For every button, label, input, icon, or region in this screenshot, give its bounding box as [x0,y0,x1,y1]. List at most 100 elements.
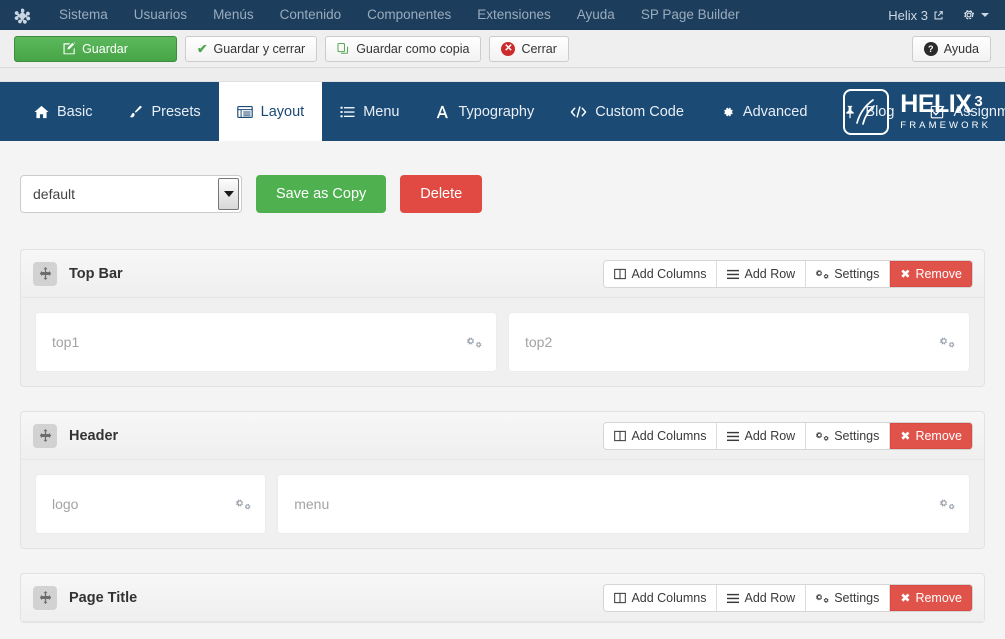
close-icon: ✖ [900,591,911,605]
delete-preset-button[interactable]: Delete [400,175,483,213]
section-body: top1 top2 [21,298,984,386]
bars-icon [727,269,740,280]
add-columns-button[interactable]: Add Columns [604,261,718,287]
section-actions: Add Columns Add Row Settings ✖ Remove [604,423,972,449]
add-row-button[interactable]: Add Row [717,423,807,449]
save-button[interactable]: Guardar [14,35,177,62]
tab-advanced[interactable]: Advanced [702,82,826,141]
toolbar-right: ? Ayuda [911,36,991,62]
remove-label: Remove [915,429,962,443]
settings-button[interactable]: Settings [806,423,891,449]
cogs-icon[interactable] [940,497,955,511]
layout-column[interactable]: top1 [35,312,497,372]
tab-typography-label: Typography [458,103,535,120]
helix-brand-subtitle: FRAMEWORK [900,120,991,132]
save-and-close-button[interactable]: ✔ Guardar y cerrar [185,35,318,62]
preset-select-wrapper: default [20,175,242,213]
columns-icon [614,430,627,442]
editor-toolbar: Guardar ✔ Guardar y cerrar Guardar como … [0,30,1005,68]
preset-select[interactable]: default [20,175,242,213]
save-as-copy-button[interactable]: Guardar como copia [325,35,482,62]
column-label: top1 [52,334,80,350]
remove-button[interactable]: ✖ Remove [890,261,972,287]
chevron-down-icon [981,13,989,17]
admin-menu-item-menus[interactable]: Menús [200,0,267,30]
layout-section-page-title: Page Title Add Columns Add Row Settings … [20,573,985,623]
drag-handle-icon[interactable] [33,423,57,448]
admin-settings-menu[interactable] [956,8,995,22]
close-icon: ✖ [900,429,911,443]
help-button-label: Ayuda [943,42,979,56]
admin-menu-item-sp-page-builder[interactable]: SP Page Builder [628,0,753,30]
add-row-button[interactable]: Add Row [717,585,807,611]
site-name-label: Helix 3 [888,7,928,23]
admin-menu-item-componentes[interactable]: Componentes [354,0,464,30]
layout-section-top-bar: Top Bar Add Columns Add Row Settings ✖ R… [20,249,985,387]
home-icon [34,105,49,119]
drag-handle-icon[interactable] [33,585,57,610]
settings-label: Settings [834,267,880,281]
joomla-logo-icon[interactable] [14,6,32,24]
tab-layout-label: Layout [260,103,305,120]
close-button-label: Cerrar [521,41,557,56]
remove-label: Remove [915,267,962,281]
close-icon: ✕ [501,41,516,56]
layout-column[interactable]: menu [277,474,970,534]
section-title: Header [69,427,119,444]
settings-button[interactable]: Settings [806,585,891,611]
add-row-button[interactable]: Add Row [717,261,807,287]
cogs-icon [816,592,829,604]
gear-icon [720,105,735,119]
settings-button[interactable]: Settings [806,261,891,287]
add-columns-label: Add Columns [631,429,707,443]
tab-typography[interactable]: Typography [417,82,552,141]
cogs-icon[interactable] [236,497,251,511]
helix-mark-icon [843,88,890,135]
tab-custom-code-label: Custom Code [595,103,684,120]
help-icon: ? [923,42,938,56]
tab-menu[interactable]: Menu [322,82,417,141]
admin-menu-item-usuarios[interactable]: Usuarios [121,0,200,30]
admin-menu-item-contenido[interactable]: Contenido [267,0,355,30]
layout-column[interactable]: logo [35,474,267,534]
layout-column[interactable]: top2 [508,312,970,372]
tab-basic[interactable]: Basic [16,82,110,141]
remove-button[interactable]: ✖ Remove [890,423,972,449]
add-columns-button[interactable]: Add Columns [604,585,718,611]
brush-icon [128,105,143,119]
tab-layout[interactable]: Layout [218,82,323,141]
remove-button[interactable]: ✖ Remove [890,585,972,611]
tab-advanced-label: Advanced [742,103,808,120]
cogs-icon [816,268,829,280]
column-label: top2 [525,334,553,350]
columns-icon [614,592,627,604]
tab-menu-label: Menu [363,103,400,120]
helix-tab-nav: Basic Presets Layout Menu Typography Cus… [0,82,1005,141]
layout-builder-content: default Save as Copy Delete Top Bar Add … [0,141,1005,623]
layout-section-header: Header Add Columns Add Row Settings ✖ Re… [20,411,985,549]
tab-custom-code[interactable]: Custom Code [552,82,702,141]
cogs-icon[interactable] [940,335,955,349]
admin-menu-item-sistema[interactable]: Sistema [46,0,121,30]
save-as-copy-preset-button[interactable]: Save as Copy [256,175,387,213]
add-row-label: Add Row [744,267,796,281]
close-button[interactable]: ✕ Cerrar [489,35,569,62]
bars-icon [727,593,740,604]
check-icon: ✔ [197,42,208,56]
column-label: menu [294,496,330,512]
add-columns-button[interactable]: Add Columns [604,423,718,449]
layout-icon [236,105,253,119]
remove-label: Remove [915,591,962,605]
admin-menu-item-extensiones[interactable]: Extensiones [464,0,564,30]
help-button[interactable]: ? Ayuda [911,36,991,62]
code-icon [570,105,587,119]
settings-label: Settings [834,429,880,443]
add-row-label: Add Row [744,591,796,605]
settings-label: Settings [834,591,880,605]
drag-handle-icon[interactable] [33,261,57,286]
site-preview-link[interactable]: Helix 3 [880,8,952,23]
admin-menu-item-ayuda[interactable]: Ayuda [564,0,628,30]
external-link-icon [933,10,944,21]
tab-presets[interactable]: Presets [110,82,218,141]
cogs-icon[interactable] [467,335,482,349]
